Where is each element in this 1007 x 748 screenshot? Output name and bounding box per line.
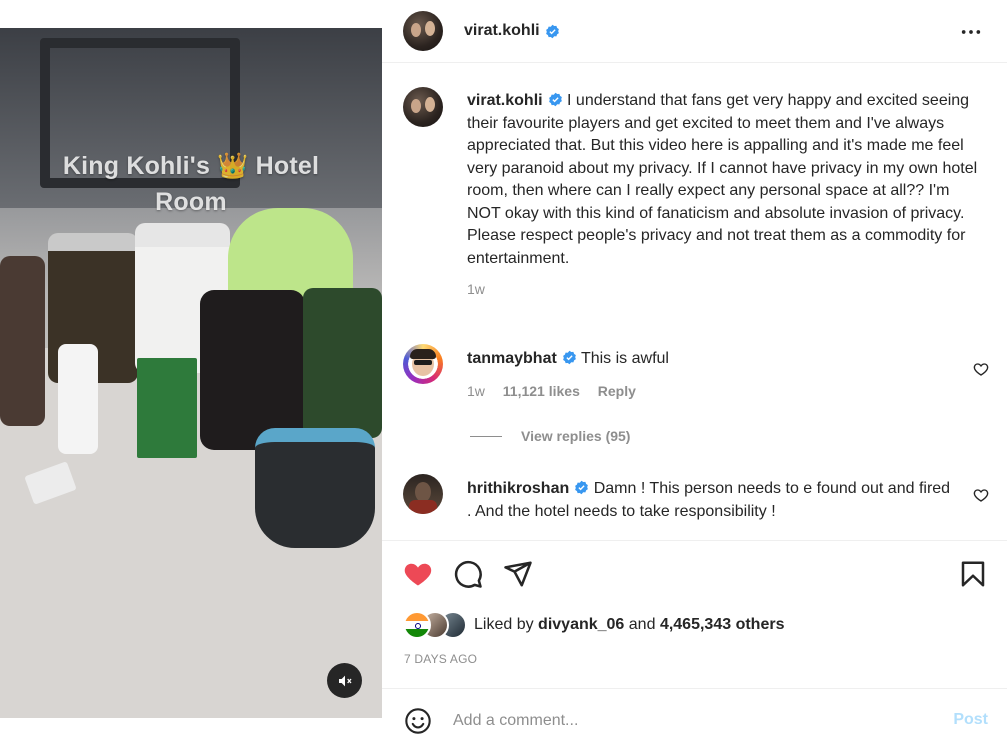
caption-text-block: virat.kohli I understand that fans get v…: [467, 90, 987, 301]
commenter-avatar[interactable]: [403, 344, 443, 384]
commenter-username[interactable]: tanmaybhat: [467, 350, 557, 367]
bookmark-icon[interactable]: [958, 559, 988, 589]
caption-author-avatar[interactable]: [403, 87, 443, 127]
liked-by-and: and: [628, 616, 656, 633]
comment-input[interactable]: [453, 706, 933, 736]
caption-author-username[interactable]: virat.kohli: [467, 92, 543, 109]
video-overlay-line-1: King Kohli's 👑 Hotel: [62, 152, 320, 180]
comment-age[interactable]: 1w: [467, 383, 485, 399]
caption-body: I understand that fans get very happy an…: [467, 92, 978, 267]
comment-meta: 1w 11,121 likes Reply: [467, 383, 650, 399]
video-overlay-line-2: Room: [155, 188, 227, 216]
scene-spray: [58, 344, 98, 454]
heart-outline-icon[interactable]: [973, 361, 989, 377]
commenter-avatar[interactable]: [403, 474, 443, 514]
post-header: virat.kohli: [382, 0, 1007, 63]
heart-filled-icon[interactable]: [403, 559, 433, 589]
scene-bowl: [255, 428, 375, 548]
liked-by-text: Liked by divyank_06 and 4,465,343 others: [474, 616, 784, 634]
comment-text-block: tanmaybhat This is awful: [467, 347, 967, 370]
add-comment-bar: Post: [382, 688, 1007, 748]
post-panel: virat.kohli virat.kohli I understand tha…: [382, 0, 1007, 748]
view-replies-label: View replies (95): [521, 428, 631, 444]
reply-button[interactable]: Reply: [598, 383, 636, 399]
caption-age[interactable]: 1w: [467, 278, 987, 301]
author-name-wrap: virat.kohli: [464, 22, 560, 40]
liked-by-row: Liked by divyank_06 and 4,465,343 others: [403, 611, 784, 639]
comment-likes[interactable]: 11,121 likes: [503, 383, 580, 399]
replies-divider: [470, 435, 502, 437]
comment-text-block: hrithikroshan Damn ! This person needs t…: [467, 477, 957, 523]
heart-outline-icon[interactable]: [973, 487, 989, 503]
paper-plane-icon[interactable]: [503, 559, 533, 589]
commenter-username[interactable]: hrithikroshan: [467, 480, 569, 497]
comments-section[interactable]: virat.kohli I understand that fans get v…: [382, 64, 1007, 538]
verified-badge-icon: [575, 480, 589, 495]
scene-box: [137, 358, 197, 458]
comment-body: This is awful: [580, 350, 669, 367]
media-bottom-bar: [0, 718, 382, 748]
speaker-muted-icon: [338, 675, 352, 686]
author-avatar[interactable]: [403, 11, 443, 51]
view-replies-button[interactable]: View replies (95): [470, 428, 630, 444]
post-comment-button[interactable]: Post: [953, 711, 988, 729]
liked-by-user[interactable]: divyank_06: [538, 616, 624, 633]
verified-badge-icon: [545, 24, 559, 38]
liked-by-prefix: Liked by: [474, 616, 534, 633]
verified-badge-icon: [562, 350, 576, 365]
more-horizontal-icon[interactable]: [960, 22, 982, 42]
liked-avatars: [403, 611, 467, 639]
author-username[interactable]: virat.kohli: [464, 22, 540, 40]
scene-jar-6: [303, 288, 382, 438]
liker-avatar-flag[interactable]: [403, 611, 431, 639]
scene-jar-5: [200, 290, 305, 450]
comment-icon[interactable]: [453, 559, 483, 589]
liked-by-others[interactable]: 4,465,343 others: [660, 616, 785, 633]
scene-jar-1: [0, 256, 45, 426]
post-date[interactable]: 7 DAYS AGO: [404, 652, 477, 666]
emoji-icon[interactable]: [404, 707, 432, 735]
post-media[interactable]: King Kohli's 👑 Hotel Room: [0, 0, 382, 748]
post-actions: Liked by divyank_06 and 4,465,343 others…: [382, 540, 1007, 688]
video-frame[interactable]: King Kohli's 👑 Hotel Room: [0, 28, 382, 718]
verified-badge-icon: [548, 92, 562, 107]
mute-toggle-button[interactable]: [327, 663, 362, 698]
